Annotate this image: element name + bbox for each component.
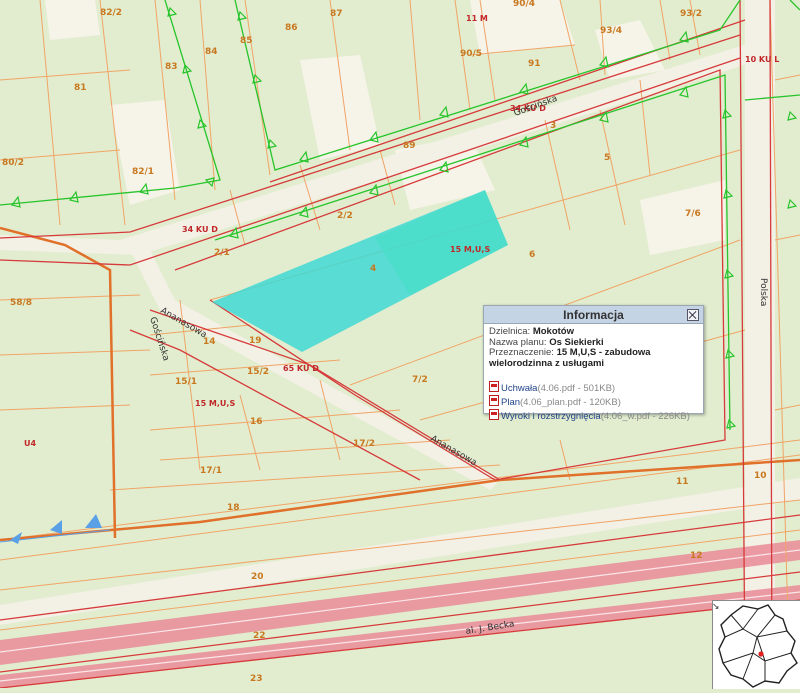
plan-label: 10 KU L <box>745 55 779 64</box>
plan-label: 15 M,U,S <box>450 245 490 254</box>
plan-label: 15 M,U,S <box>195 399 235 408</box>
parcel-label: 93/2 <box>680 9 702 19</box>
plan-label: 65 KU D <box>283 364 319 373</box>
parcel-label: 90/5 <box>460 49 482 59</box>
purpose-label: Przeznaczenie: <box>489 347 554 359</box>
document-row[interactable]: Wyroki i rozstrzygnięcia(4.06_w.pdf - 22… <box>489 408 698 423</box>
document-link[interactable]: Plan <box>501 397 520 408</box>
pdf-icon <box>489 408 499 420</box>
pdf-icon <box>489 394 499 406</box>
parcel-label: 11 <box>676 477 689 487</box>
parcel-label: 83 <box>165 62 178 72</box>
parcel-label: 82/2 <box>100 8 122 18</box>
document-meta: (4.06.pdf - 501KB) <box>537 383 616 395</box>
minimap-districts <box>718 604 798 688</box>
purpose-value-line2: wielorodzinna z usługami <box>489 357 605 369</box>
parcel-label: 91 <box>528 59 541 69</box>
purpose-row: Przeznaczenie: 15 M,U,S - zabudowa wielo… <box>489 347 698 369</box>
parcel-label: 14 <box>203 337 216 347</box>
parcel-label: 22 <box>253 631 266 641</box>
document-link[interactable]: Uchwała <box>501 383 537 395</box>
parcel-label: 19 <box>249 336 262 346</box>
plan-label: U4 <box>24 439 36 448</box>
plan-label: 34 KU D <box>182 225 218 234</box>
document-row[interactable]: Uchwała(4.06.pdf - 501KB) <box>489 381 698 395</box>
pdf-icon <box>489 381 499 393</box>
parcel-label: 10 <box>754 471 767 481</box>
district-label: Dzielnica: <box>489 326 531 337</box>
parcel-label: 12 <box>690 551 703 561</box>
parcel-label: 20 <box>251 572 264 582</box>
parcel-label: 15/2 <box>247 367 269 377</box>
parcel-label: 23 <box>250 674 263 684</box>
parcel-label: 86 <box>285 23 298 33</box>
overview-minimap[interactable]: ↘ <box>712 600 800 689</box>
parcel-label: 5 <box>604 153 610 163</box>
parcel-label: 7/2 <box>412 375 428 385</box>
plan-value: Os Siekierki <box>549 336 604 348</box>
parcel-label: 2/2 <box>337 211 353 221</box>
parcel-label: 89 <box>403 141 416 151</box>
plan-label: 11 M <box>466 14 488 23</box>
parcel-label: 85 <box>240 36 253 46</box>
parcel-label: 4 <box>370 264 376 274</box>
parcel-label: 6 <box>529 250 535 260</box>
popup-body: Dzielnica: Mokotów Nazwa planu: Os Sieki… <box>484 324 703 425</box>
parcel-label: 84 <box>205 47 218 57</box>
popup-title: Informacja <box>563 308 624 322</box>
close-icon[interactable] <box>687 309 699 321</box>
document-meta: (4.06_plan.pdf - 120KB) <box>520 396 621 408</box>
parcel-label: 17/1 <box>200 466 222 476</box>
parcel-label: 3 <box>550 121 556 131</box>
location-marker <box>758 651 764 657</box>
parcel-label: 87 <box>330 9 343 19</box>
purpose-value-line1: 15 M,U,S - zabudowa <box>556 347 651 359</box>
district-value: Mokotów <box>532 326 574 337</box>
parcel-label: 81 <box>74 83 87 93</box>
arrow-icon[interactable]: ↘ <box>712 602 722 612</box>
popup-header: Informacja <box>484 306 703 324</box>
parcel-label: 58/8 <box>10 298 32 308</box>
document-link[interactable]: Wyroki i rozstrzygnięcia <box>501 411 601 422</box>
parcel-label: 7/6 <box>685 209 701 219</box>
parcel-label: 80/2 <box>2 158 24 168</box>
parcel-label: 93/4 <box>600 26 622 36</box>
parcel-label: 16 <box>250 417 263 427</box>
parcel-label: 90/4 <box>513 0 535 9</box>
parcel-label: 18 <box>227 503 240 513</box>
parcel-label: 15/1 <box>175 377 197 387</box>
parcel-label: 2/1 <box>214 248 230 258</box>
document-meta: (4.06_w.pdf - 226KB) <box>600 410 690 422</box>
document-row[interactable]: Plan(4.06_plan.pdf - 120KB) <box>489 394 698 409</box>
info-popup: Informacja Dzielnica: Mokotów Nazwa plan… <box>483 305 704 421</box>
street-label: Polska <box>758 278 768 306</box>
parcel-label: 17/2 <box>353 439 375 449</box>
parcel-label: 82/1 <box>132 167 154 177</box>
plan-label: Nazwa planu: <box>489 336 547 348</box>
